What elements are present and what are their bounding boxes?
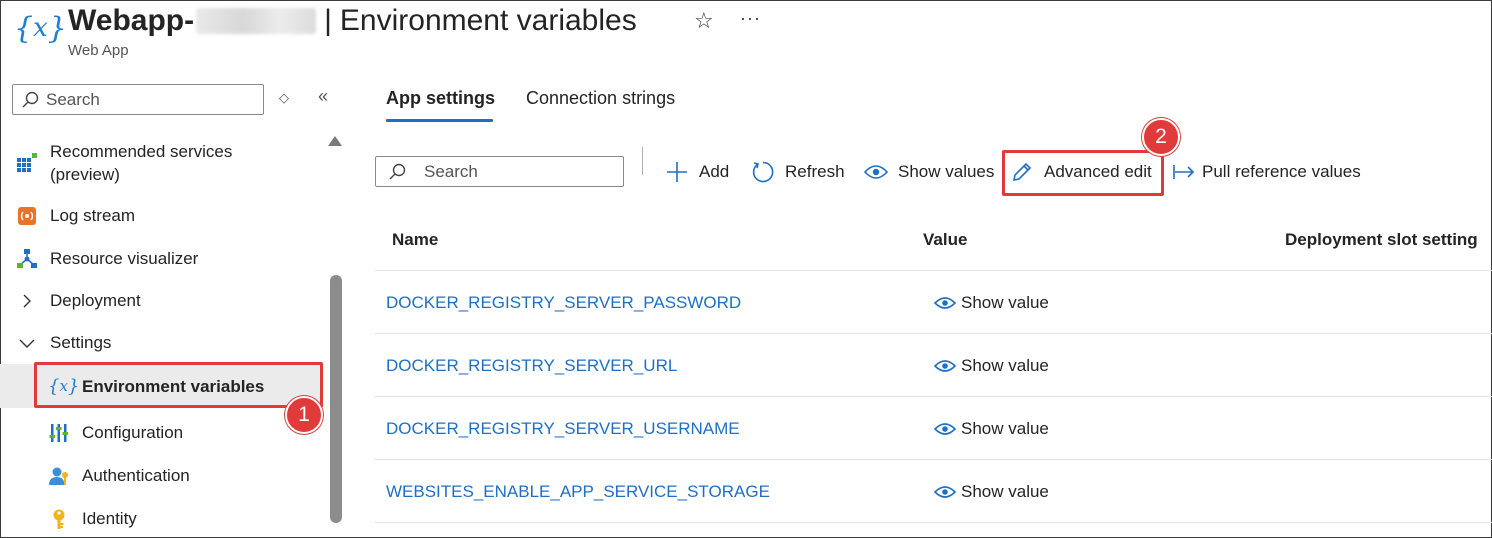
sidebar-item-label: Log stream [50,206,136,225]
highlight-box-environment-variables [34,362,323,408]
show-values-label: Show values [898,162,995,181]
key-icon [48,508,70,530]
search-icon [22,91,39,107]
show-value-button[interactable]: Show value [934,293,1049,313]
ellipsis-icon[interactable]: ··· [740,8,761,29]
eye-icon [934,484,956,500]
eye-icon [934,358,956,374]
plus-icon [665,160,689,184]
setting-name-link[interactable]: DOCKER_REGISTRY_SERVER_PASSWORD [386,293,741,313]
user-key-icon [48,465,70,487]
setting-name-link[interactable]: WEBSITES_ENABLE_APP_SERVICE_STORAGE [386,482,770,502]
collapse-sidebar-icon[interactable]: « [318,86,328,107]
step-marker-2: 2 [1142,118,1180,156]
eye-icon [934,421,956,437]
scroll-up-arrow[interactable] [328,136,342,146]
show-value-button[interactable]: Show value [934,356,1049,376]
column-header-value[interactable]: Value [923,230,967,250]
sidebar-scrollbar[interactable] [330,275,342,523]
add-label: Add [699,162,730,181]
sidebar-item-label: Resource visualizer [50,249,199,268]
page-name: Environment variables [339,4,637,37]
sidebar-item-label: Recommended services (preview) [50,142,233,184]
table-row-divider [375,459,1492,460]
refresh-icon [751,160,775,184]
sidebar-search-input[interactable]: Search [12,84,264,115]
sidebar-item-label: Authentication [82,466,190,485]
show-value-label: Show value [961,356,1049,375]
show-value-label: Show value [961,419,1049,438]
table-row-divider [375,522,1492,523]
column-header-deployment-slot-setting[interactable]: Deployment slot setting [1285,230,1478,250]
app-name: Webapp- [68,4,195,37]
redacted-app-suffix [196,8,317,34]
settings-search-input[interactable]: Search [375,156,624,187]
title-separator: | [324,4,332,37]
tab-connection-strings[interactable]: Connection strings [526,88,675,109]
hierarchy-icon [16,248,38,270]
setting-name-link[interactable]: DOCKER_REGISTRY_SERVER_USERNAME [386,419,740,439]
show-value-label: Show value [961,293,1049,312]
chevron-right-icon [16,290,38,312]
sliders-icon [48,422,70,444]
sidebar-item-label: Configuration [82,423,184,442]
active-tab-indicator [386,119,493,122]
table-row-divider [375,270,1492,271]
chevron-down-icon [16,332,38,354]
variable-braces-icon: {x} [14,10,67,46]
sidebar-item-label: Deployment [50,291,141,310]
show-value-label: Show value [961,482,1049,501]
show-value-button[interactable]: Show value [934,419,1049,439]
window-frame [0,0,1492,538]
refresh-button[interactable]: Refresh [751,158,845,186]
log-stream-icon [16,205,38,227]
eye-icon [864,160,888,184]
show-values-button[interactable]: Show values [864,158,994,186]
star-icon[interactable]: ☆ [694,8,714,34]
column-header-name[interactable]: Name [392,230,438,250]
settings-search-placeholder: Search [424,161,478,181]
table-row-divider [375,333,1492,334]
sort-updown-icon[interactable]: ◇ [279,90,289,106]
pull-reference-label: Pull reference values [1202,162,1361,181]
eye-icon [934,295,956,311]
show-value-button[interactable]: Show value [934,482,1049,502]
tab-app-settings[interactable]: App settings [386,88,495,109]
refresh-label: Refresh [785,162,845,181]
page-title: Webapp- | Environment variables [68,2,637,40]
search-icon [389,163,406,179]
highlight-box-advanced-edit [1002,150,1164,196]
grid-plus-icon [16,151,38,173]
sidebar-item-label: Settings [50,333,112,352]
table-row-divider [375,396,1492,397]
setting-name-link[interactable]: DOCKER_REGISTRY_SERVER_URL [386,356,677,376]
toolbar-divider [642,147,643,175]
resource-type: Web App [68,42,129,59]
sidebar-item-label: Identity [82,509,137,528]
pull-reference-values-button[interactable]: Pull reference values [1172,158,1361,186]
step-marker-1: 1 [285,396,323,434]
arrow-right-bar-icon [1172,160,1196,184]
sidebar-search-placeholder: Search [46,89,100,109]
add-button[interactable]: Add [665,158,729,186]
